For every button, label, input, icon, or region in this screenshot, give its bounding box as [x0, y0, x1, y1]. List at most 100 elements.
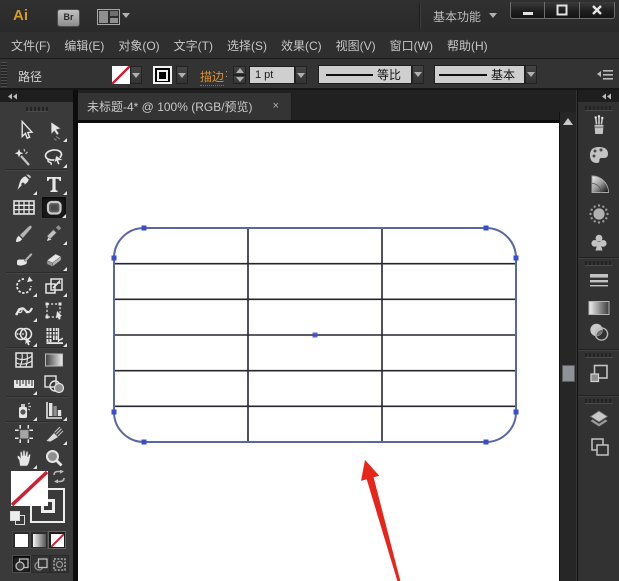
dock-panel-grip[interactable]: [585, 106, 613, 111]
width-tool[interactable]: [11, 299, 37, 322]
swap-fill-stroke-icon[interactable]: [52, 470, 66, 483]
menu-帮助h[interactable]: 帮助(H): [443, 33, 492, 58]
gradient-panel-icon: [587, 299, 611, 317]
scroll-up-icon[interactable]: [563, 118, 573, 125]
workspace-switcher-dropdown-icon[interactable]: [489, 13, 497, 18]
canvas-artboard[interactable]: [78, 123, 559, 581]
symbols-panel[interactable]: [583, 231, 614, 254]
paintbrush-tool[interactable]: [11, 222, 37, 245]
menu-文件f[interactable]: 文件(F): [7, 33, 54, 58]
brush-definition-select[interactable]: 基本: [434, 65, 525, 84]
stroke-weight-dropdown[interactable]: [295, 66, 307, 84]
dock-collapse-strip[interactable]: [578, 90, 619, 102]
close-button[interactable]: [580, 2, 615, 19]
slice-tool[interactable]: [41, 422, 67, 445]
menu-效果c[interactable]: 效果(C): [277, 33, 326, 58]
tools-panel-grip[interactable]: [26, 107, 48, 112]
workspace-layout-icon[interactable]: [97, 9, 120, 25]
stroke-swatch-dropdown[interactable]: [176, 66, 188, 84]
tab-close-icon[interactable]: ×: [273, 101, 279, 112]
perspective-grid-tool[interactable]: [41, 324, 67, 347]
menu-窗口w[interactable]: 窗口(W): [386, 33, 437, 58]
rounded-rectangle-tool[interactable]: [41, 196, 67, 219]
menu-文字t[interactable]: 文字(T): [170, 33, 217, 58]
collapse-left-icon[interactable]: [7, 93, 18, 100]
brush-definition-dropdown[interactable]: [525, 65, 537, 84]
vertical-scrollbar[interactable]: [559, 112, 576, 581]
fill-swatch-dropdown[interactable]: [130, 66, 142, 84]
magic-wand-tool[interactable]: [11, 145, 37, 168]
kuler-panel[interactable]: [583, 202, 614, 225]
type-tool[interactable]: [41, 172, 67, 195]
gradient-button[interactable]: [30, 531, 48, 549]
tools-collapse-strip[interactable]: [0, 90, 73, 102]
collapse-left-icon[interactable]: [601, 93, 612, 100]
maximize-button[interactable]: [545, 2, 580, 19]
menu-编辑e[interactable]: 编辑(E): [60, 33, 108, 58]
bridge-button[interactable]: Br: [57, 9, 80, 27]
draw-normal-button[interactable]: [12, 555, 31, 573]
symbol-sprayer-tool[interactable]: [11, 398, 37, 421]
fill-indicator[interactable]: [11, 471, 48, 506]
scale-tool-icon: [44, 276, 64, 296]
brushes-panel[interactable]: [583, 114, 614, 137]
blob-brush-tool[interactable]: [11, 248, 37, 271]
rotate-tool[interactable]: [11, 274, 37, 297]
width-profile-dropdown[interactable]: [412, 65, 424, 84]
blend-tool[interactable]: [41, 372, 67, 395]
draw-inside-button[interactable]: [50, 555, 69, 573]
minimize-button[interactable]: [510, 2, 545, 19]
free-transform-tool[interactable]: [41, 299, 67, 322]
workspace-switcher[interactable]: 基本功能: [433, 8, 481, 25]
shape-builder-tool[interactable]: [11, 324, 37, 347]
rounded-rectangle-tool-icon: [44, 199, 64, 217]
draw-behind-button[interactable]: [31, 555, 50, 573]
hand-tool[interactable]: [11, 446, 37, 469]
layers-panel[interactable]: [583, 407, 614, 430]
direct-selection-tool[interactable]: [41, 119, 67, 142]
dock-panel-grip[interactable]: [585, 261, 613, 266]
menu-选择s[interactable]: 选择(S): [223, 33, 271, 58]
artboard-tool[interactable]: [11, 422, 37, 445]
transparency-panel[interactable]: [583, 320, 614, 343]
rectangular-grid-tool[interactable]: [11, 196, 37, 219]
gradient-tool[interactable]: [41, 348, 67, 371]
stepper-up-icon[interactable]: [233, 66, 246, 75]
flyout-indicator: [33, 318, 37, 322]
stroke-panel[interactable]: [583, 269, 614, 292]
lasso-tool[interactable]: [41, 145, 67, 168]
artboards-panel[interactable]: [583, 435, 614, 458]
stroke-color-swatch[interactable]: [153, 66, 172, 84]
control-bar-grip[interactable]: [1, 62, 7, 87]
stroke-weight-stepper[interactable]: [233, 66, 246, 84]
stepper-down-icon[interactable]: [233, 75, 246, 84]
color-button[interactable]: [12, 531, 30, 549]
none-button[interactable]: [48, 531, 66, 549]
control-panel-menu-icon[interactable]: [597, 69, 614, 81]
pencil-tool[interactable]: [41, 222, 67, 245]
gradient-panel[interactable]: [583, 296, 614, 319]
menu-视图v[interactable]: 视图(V): [332, 33, 380, 58]
workspace-layout-dropdown-icon[interactable]: [122, 13, 130, 18]
selection-tool[interactable]: [11, 119, 37, 142]
column-graph-tool[interactable]: [41, 398, 67, 421]
pen-tool[interactable]: [11, 172, 37, 195]
stroke-panel-link[interactable]: 描边: [200, 68, 224, 86]
document-tab[interactable]: 未标题-4* @ 100% (RGB/预览) ×: [78, 93, 292, 120]
fill-color-swatch[interactable]: [112, 66, 130, 84]
color-panel[interactable]: [583, 143, 614, 166]
color-guide-panel[interactable]: [583, 172, 614, 195]
stroke-weight-input[interactable]: 1 pt: [249, 66, 295, 84]
scrollbar-thumb[interactable]: [562, 365, 575, 382]
mesh-tool[interactable]: [11, 348, 37, 371]
eraser-tool[interactable]: [41, 248, 67, 271]
appearance-panel[interactable]: [583, 361, 614, 384]
menu-对象o[interactable]: 对象(O): [114, 33, 163, 58]
scale-tool[interactable]: [41, 274, 67, 297]
measure-tool[interactable]: [11, 372, 37, 395]
zoom-tool[interactable]: [41, 446, 67, 469]
default-fill-stroke-icon[interactable]: [10, 511, 24, 524]
dock-panel-grip[interactable]: [585, 353, 613, 358]
width-profile-select[interactable]: 等比: [318, 65, 412, 84]
dock-panel-grip[interactable]: [585, 399, 613, 404]
